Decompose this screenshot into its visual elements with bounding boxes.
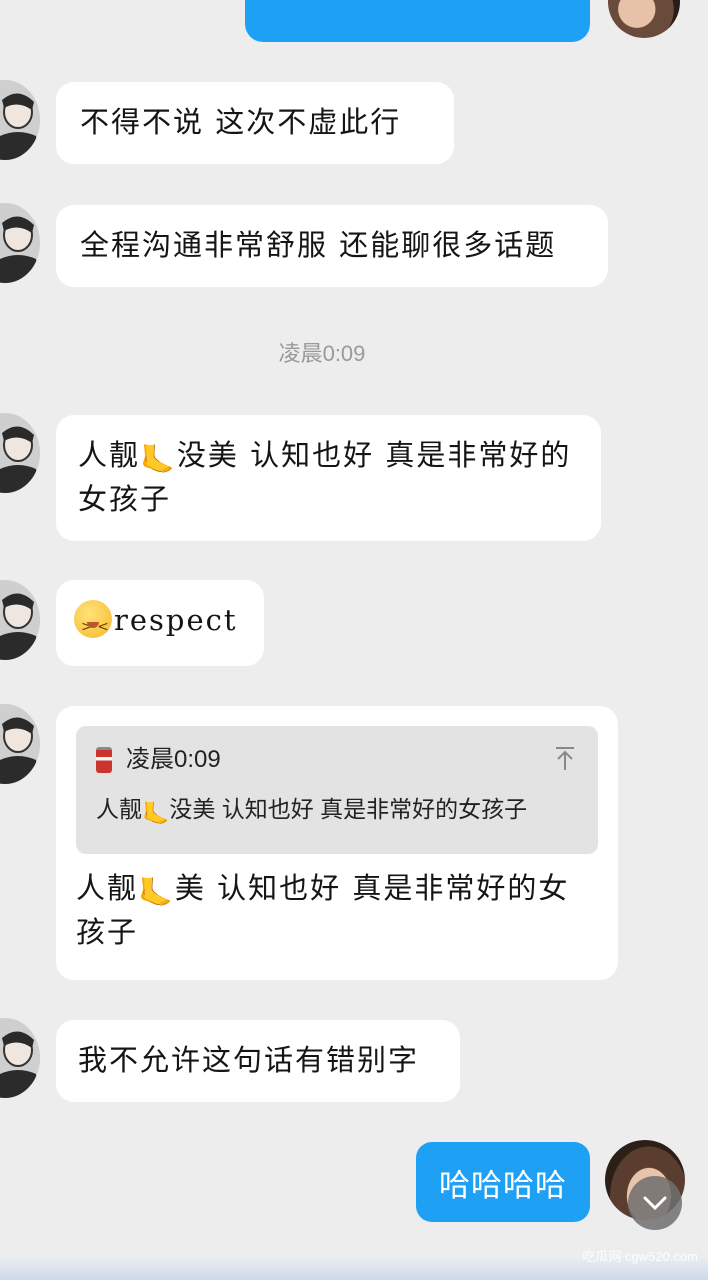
message-text: respect [114, 603, 238, 637]
outgoing-bubble-partial[interactable] [245, 0, 590, 42]
foot-icon: 🦶 [142, 801, 170, 826]
contact-avatar[interactable] [0, 704, 40, 784]
message-text: 人靓 [78, 438, 141, 472]
outgoing-message-bubble[interactable]: 哈哈哈哈 [416, 1142, 590, 1222]
quote-author: 凌晨0:09 [126, 746, 221, 773]
watermark: 吃瓜网 cgw520.com [582, 1249, 698, 1264]
contact-avatar[interactable] [0, 1018, 40, 1098]
self-avatar-partial[interactable] [608, 0, 680, 38]
message-bubble[interactable]: 不得不说 这次不虚此行 [56, 82, 454, 164]
message-text: 不得不说 这次不虚此行 [80, 105, 402, 139]
message-bubble[interactable]: 全程沟通非常舒服 还能聊很多话题 [56, 205, 608, 287]
reply-message-bubble[interactable]: 凌晨0:09 人靓🦶没美 认知也好 真是非常好的女孩子 人靓🦶美 认知也好 真是… [56, 706, 618, 980]
message-text: 全程沟通非常舒服 还能聊很多话题 [80, 228, 557, 262]
grinning-squint-face-icon [74, 600, 112, 649]
message-text: 人靓 [76, 871, 139, 905]
collapse-up-icon[interactable] [554, 746, 576, 772]
message-text: 我不允许这句话有错别字 [78, 1043, 420, 1077]
scroll-to-bottom-button[interactable] [628, 1176, 682, 1230]
quoted-message[interactable]: 凌晨0:09 人靓🦶没美 认知也好 真是非常好的女孩子 [76, 726, 598, 854]
message-text: 哈哈哈哈 [439, 1167, 567, 1203]
message-bubble[interactable]: 我不允许这句话有错别字 [56, 1020, 460, 1102]
message-bubble[interactable]: respect [56, 580, 264, 666]
quote-text: 没美 认知也好 真是非常好的女孩子 [169, 796, 528, 822]
chevron-down-icon [643, 1196, 667, 1211]
message-bubble[interactable]: 人靓🦶没美 认知也好 真是非常好的女孩子 [56, 415, 601, 541]
quote-text: 人靓 [96, 796, 142, 822]
foot-icon: 🦶 [138, 876, 175, 909]
contact-avatar[interactable] [0, 203, 40, 283]
contact-avatar[interactable] [0, 580, 40, 660]
timestamp: 凌晨0:09 [278, 341, 366, 366]
foot-icon: 🦶 [140, 443, 177, 476]
canned-food-icon [96, 747, 112, 773]
contact-avatar[interactable] [0, 413, 40, 493]
contact-avatar[interactable] [0, 80, 40, 160]
